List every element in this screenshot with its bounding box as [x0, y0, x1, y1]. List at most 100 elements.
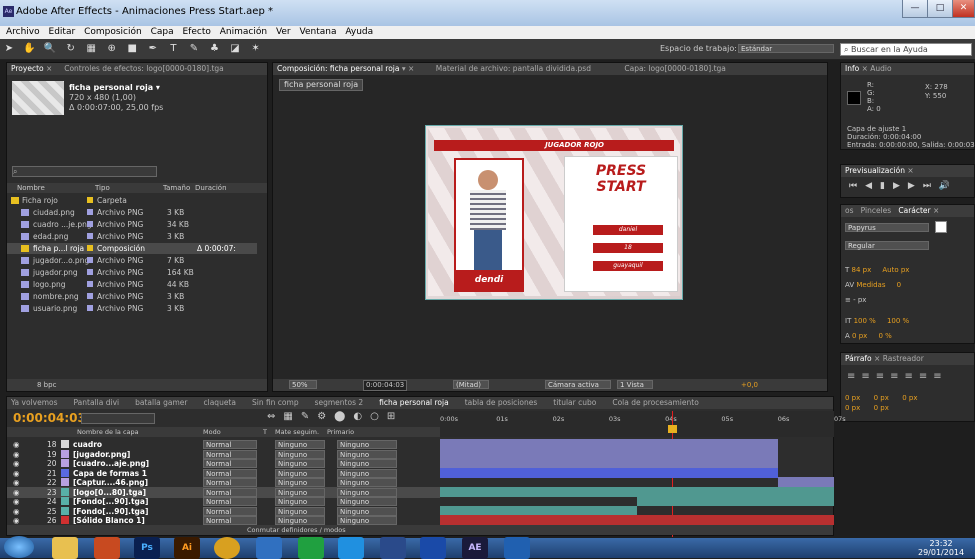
layer-label-color[interactable] [61, 478, 69, 486]
project-item[interactable]: usuario.png Archivo PNG 3 KB [7, 303, 257, 314]
menu-ventana[interactable]: Ventana [300, 27, 337, 37]
media-app-icon[interactable] [94, 537, 120, 559]
pen-tool-icon[interactable]: ✒ [146, 42, 160, 56]
col-mode[interactable]: Modo [203, 427, 221, 437]
maximize-button[interactable]: □ [927, 0, 953, 18]
layer-duration-bar[interactable] [440, 467, 778, 478]
pan-behind-tool-icon[interactable]: ⊕ [105, 42, 119, 56]
tab-footage[interactable]: Material de archivo: pantalla dividida.p… [436, 64, 591, 73]
timeline-tab[interactable]: titular cubo [553, 398, 596, 407]
layer-label-color[interactable] [61, 516, 69, 524]
space-before[interactable]: 0 px [845, 404, 860, 412]
camera-tool-icon[interactable]: ▦ [84, 42, 98, 56]
tab-os[interactable]: os [845, 206, 854, 215]
illustrator-icon[interactable]: Ai [174, 537, 200, 559]
layer-duration-bar[interactable] [440, 515, 834, 525]
resolution-select[interactable]: (Mitad) [453, 380, 489, 389]
col-nombre[interactable]: Nombre [17, 183, 45, 193]
project-search-input[interactable]: ⌕ [12, 166, 157, 177]
time-ruler[interactable]: 0:00s01s02s03s04s05s06s07s [440, 411, 846, 537]
layer-label-color[interactable] [61, 449, 69, 458]
layer-label-color[interactable] [61, 506, 69, 515]
tab-composition[interactable]: Composición: ficha personal roja [277, 64, 399, 73]
views-select[interactable]: 1 Vista [617, 380, 653, 389]
timeline-tab[interactable]: Ya volvemos [11, 398, 58, 407]
menu-efecto[interactable]: Efecto [182, 27, 210, 37]
bpc-toggle[interactable]: 8 bpc [37, 381, 56, 389]
tab-rastreador[interactable]: Rastreador [883, 354, 924, 363]
zoom-select[interactable]: 50% [289, 380, 317, 389]
comp-breadcrumb[interactable]: ficha personal roja [279, 79, 364, 91]
photoshop-icon[interactable]: Ps [134, 537, 160, 559]
workspace-select[interactable]: Estándar [738, 44, 834, 53]
layer-label-color[interactable] [61, 487, 69, 496]
col-layer-name[interactable]: Nombre de la capa [77, 427, 139, 437]
after-effects-task-icon[interactable]: AE [462, 537, 488, 559]
toggle-switches-modes[interactable]: Conmutar definidores / modos [247, 525, 346, 535]
puppet-tool-icon[interactable]: ✶ [249, 42, 263, 56]
timeline-tab[interactable]: Cola de procesamiento [612, 398, 698, 407]
fill-color-swatch[interactable] [935, 221, 947, 233]
exposure-value[interactable]: +0,0 [741, 379, 758, 391]
layer-duration-bar[interactable] [440, 505, 637, 516]
indent-right[interactable]: 0 px [902, 394, 917, 402]
layer-duration-bar[interactable] [440, 439, 778, 449]
timeline-tab[interactable]: ficha personal roja [379, 398, 449, 407]
tab-caracter[interactable]: Carácter [898, 206, 930, 215]
menu-composicion[interactable]: Composición [84, 27, 142, 37]
utorrent-icon[interactable] [298, 537, 324, 559]
kerning-value[interactable]: Medidas [856, 281, 885, 289]
project-item[interactable]: cuadro ...je.png Archivo PNG 34 KB [7, 219, 257, 230]
font-family-select[interactable]: Papyrus [845, 223, 929, 232]
chrome-icon[interactable] [214, 537, 240, 559]
project-item[interactable]: nombre.png Archivo PNG 3 KB [7, 291, 257, 302]
layer-duration-bar[interactable] [637, 496, 834, 506]
space-after[interactable]: 0 px [874, 404, 889, 412]
font-size-value[interactable]: 84 px [852, 266, 872, 274]
preview-controls[interactable]: ⏮◀▮▶▶⏭🔊 [849, 181, 958, 191]
tab-parrafo[interactable]: Párrafo [845, 354, 872, 363]
help-search-input[interactable]: ⌕ Buscar en la Ayuda [840, 43, 972, 56]
tab-info[interactable]: Info [845, 64, 859, 73]
timeline-switches[interactable]: ⇔▦✎⚙⬤◐○⊞ [267, 411, 403, 422]
hand-tool-icon[interactable]: ✋ [23, 42, 37, 56]
layer-duration-bar[interactable] [440, 486, 834, 497]
start-button[interactable] [4, 536, 34, 558]
mask-tool-icon[interactable]: ■ [125, 42, 139, 56]
col-matte[interactable]: Mate seguim. [275, 427, 319, 437]
menu-editar[interactable]: Editar [49, 27, 76, 37]
word-icon[interactable] [420, 537, 446, 559]
type-tool-icon[interactable]: T [166, 42, 180, 56]
timeline-tab[interactable]: Sin fin comp [252, 398, 299, 407]
timeline-tab[interactable]: tabla de posiciones [465, 398, 538, 407]
font-style-select[interactable]: Regular [845, 241, 929, 250]
tsume-value[interactable]: 0 % [878, 332, 891, 340]
indent-first[interactable]: 0 px [874, 394, 889, 402]
tab-pinceles[interactable]: Pinceles [861, 206, 892, 215]
close-button[interactable]: ✕ [952, 0, 975, 18]
col-tipo[interactable]: Tipo [95, 183, 110, 193]
project-item[interactable]: jugador...o.png Archivo PNG 7 KB [7, 255, 257, 266]
tab-preview[interactable]: Previsualización [845, 166, 905, 175]
tab-audio[interactable]: Audio [870, 64, 891, 73]
layer-matte-select[interactable]: Ninguno [275, 516, 325, 525]
vscale-value[interactable]: 100 % [854, 317, 876, 325]
layer-label-color[interactable] [61, 459, 69, 467]
menu-capa[interactable]: Capa [151, 27, 174, 37]
rotate-tool-icon[interactable]: ↻ [64, 42, 78, 56]
layer-parent-select[interactable]: Ninguno [337, 516, 397, 525]
menu-ayuda[interactable]: Ayuda [345, 27, 373, 37]
comp-canvas[interactable]: JUGADOR ROJO dendi PRESS START daniel 18 … [425, 125, 683, 300]
indent-left[interactable]: 0 px [845, 394, 860, 402]
align-buttons[interactable]: ≡≡≡≡≡≡≡ [847, 371, 948, 382]
zoom-tool-icon[interactable]: 🔍 [43, 42, 57, 56]
timeline-tab[interactable]: Pantalla divi [74, 398, 120, 407]
menu-archivo[interactable]: Archivo [6, 27, 40, 37]
explorer-icon[interactable] [52, 537, 78, 559]
skype-icon[interactable] [338, 537, 364, 559]
tab-layer[interactable]: Capa: logo[0000-0180].tga [624, 64, 726, 73]
col-tamano[interactable]: Tamaño [163, 183, 190, 193]
menu-ver[interactable]: Ver [276, 27, 291, 37]
layer-duration-bar[interactable] [777, 477, 834, 487]
timeline-current-time[interactable]: 0:00:04:03 [13, 411, 86, 425]
